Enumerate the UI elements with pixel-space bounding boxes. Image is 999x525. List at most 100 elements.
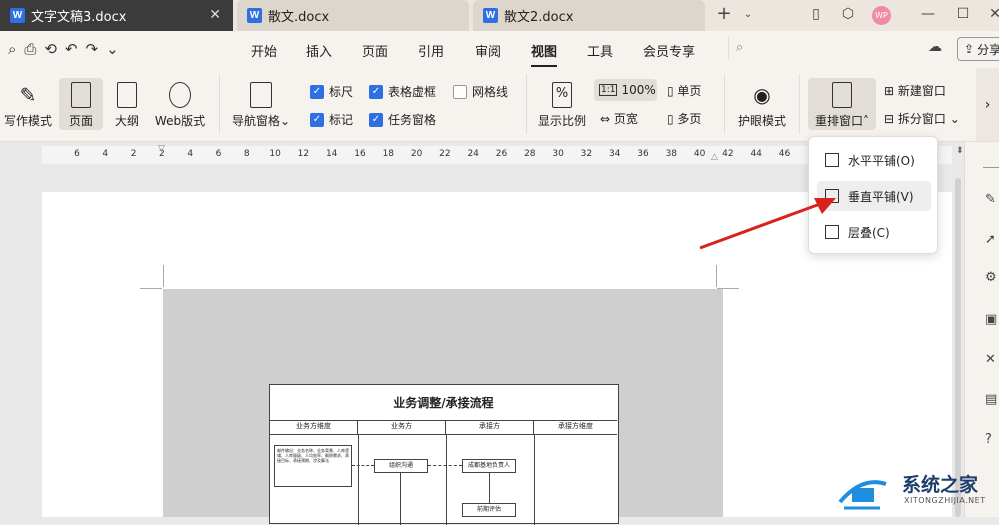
check-icon: ✓ (369, 112, 383, 127)
close-window-icon[interactable]: ✕ (985, 6, 999, 22)
write-mode-button[interactable]: ✎ 写作模式 (2, 82, 54, 129)
page-icon (71, 82, 91, 108)
menu-insert[interactable]: 插入 (306, 41, 332, 60)
single-page-icon: ▯ (667, 84, 678, 98)
tab-sanwen2[interactable]: W 散文2.docx (473, 0, 705, 31)
check-icon: ✓ (369, 84, 383, 99)
word-icon: W (10, 8, 25, 23)
task-pane-checkbox[interactable]: ✓ 任务窗格 (369, 111, 436, 128)
new-tab-button[interactable]: + (714, 3, 734, 24)
connector (400, 473, 401, 525)
divider (724, 74, 725, 134)
share-label: 分享 (977, 42, 999, 57)
minimize-icon[interactable]: — (918, 6, 938, 22)
nav-pane-icon (250, 82, 272, 108)
cursor-icon[interactable]: ➚ (985, 232, 996, 247)
percent-icon: % (552, 82, 572, 108)
ruler-tick-label: 36 (637, 149, 649, 159)
connector (428, 465, 462, 466)
pen-icon[interactable]: ✎ (985, 192, 996, 207)
tab-sanwen[interactable]: W 散文.docx (237, 0, 469, 31)
tab-document-3[interactable]: W 文字文稿3.docx ✕ (0, 0, 233, 31)
eye-mode-label: 护眼模式 (737, 114, 786, 128)
watermark-brand: 系统之家 (902, 474, 979, 496)
close-icon[interactable]: ✕ (209, 7, 221, 23)
ruler-tick-label: 28 (524, 149, 536, 159)
check-icon: ✓ (310, 84, 324, 99)
outline-button[interactable]: 大纲 (110, 82, 144, 129)
zoom-button[interactable]: % 显示比例 (536, 82, 588, 129)
ruler-tick-label: 20 (410, 149, 423, 159)
gridlines-label: 网格线 (472, 85, 509, 99)
ruler-tick-label: 14 (325, 149, 338, 159)
menu-tools[interactable]: 工具 (587, 41, 613, 60)
connector (489, 473, 490, 503)
help-icon[interactable]: ? (985, 432, 992, 447)
split-window-label: 拆分窗口 (897, 112, 946, 126)
gridlines-checkbox[interactable]: 网格线 (453, 83, 508, 100)
scrollbar-thumb[interactable] (955, 178, 961, 517)
single-page-label: 单页 (677, 84, 702, 98)
split-window-button[interactable]: ⊟ 拆分窗口 ⌄ (884, 110, 960, 127)
flowchart-node: 成都基地负责人 (462, 459, 516, 473)
scrollbar[interactable] (952, 160, 964, 517)
new-window-button[interactable]: ⊞ 新建窗口 (884, 82, 946, 99)
image-block[interactable]: 业务调整/承接流程 业务方维度 业务方 承接方 承接方维度 邮件输出：业务名称、… (163, 289, 723, 525)
menu-page[interactable]: 页面 (362, 41, 388, 60)
eye-mode-button[interactable]: ◉ 护眼模式 (734, 82, 790, 129)
avatar[interactable]: WP (872, 6, 891, 25)
connector (352, 465, 374, 466)
settings-icon[interactable]: ⚙ (985, 270, 997, 285)
table-grid-checkbox[interactable]: ✓ 表格虚框 (369, 83, 436, 100)
zoom-100-button[interactable]: 1:1 100% (594, 79, 657, 101)
page-view-button[interactable]: 页面 (59, 78, 103, 130)
flowchart-header: 业务方维度 业务方 承接方 承接方维度 (270, 421, 617, 435)
menu-home[interactable]: 开始 (251, 41, 277, 60)
chevron-right-icon[interactable]: › (976, 68, 999, 141)
column-divider (446, 435, 447, 525)
menu-review[interactable]: 审阅 (475, 41, 501, 60)
title-bar: W 文字文稿3.docx ✕ W 散文.docx W 散文2.docx + ⌄ … (0, 0, 999, 31)
watermark-logo-icon (836, 474, 888, 510)
maximize-icon[interactable]: ☐ (953, 6, 973, 22)
ruler-checkbox[interactable]: ✓ 标尺 (310, 83, 353, 100)
search-icon[interactable]: ⌕ (736, 40, 743, 55)
marks-checkbox[interactable]: ✓ 标记 (310, 111, 353, 128)
nav-pane-button[interactable]: 导航窗格⌄ (230, 82, 292, 129)
margin-mark (163, 265, 164, 287)
single-page-button[interactable]: ▯ 单页 (667, 82, 701, 99)
multi-page-button[interactable]: ▯ 多页 (667, 110, 701, 127)
cube-icon[interactable]: ⬡ (838, 6, 858, 22)
chevron-down-icon[interactable]: ⌄ (738, 9, 758, 20)
zoom-100-label: 100% (621, 83, 656, 97)
split-window-icon: ⊟ (884, 112, 898, 126)
page-width-icon: ⇔ (600, 112, 614, 126)
sidebar-toggle-icon[interactable]: ▯ (806, 6, 826, 22)
menu-reference[interactable]: 引用 (418, 41, 444, 60)
ruler-tick-label: 4 (102, 149, 109, 159)
ruler-toggle-icon[interactable]: ⬍ (956, 146, 964, 156)
ruler-tick-label: 40 (693, 149, 706, 159)
quick-access-icons[interactable]: ⌕⎙⟲↶↷⌄ (8, 40, 127, 58)
new-window-label: 新建窗口 (897, 84, 946, 98)
column-header: 承接方维度 (558, 422, 593, 430)
menu-member[interactable]: 会员专享 (643, 41, 695, 60)
right-indent-marker-icon[interactable]: △ (711, 152, 718, 162)
web-layout-button[interactable]: Web版式 (152, 82, 208, 129)
cloud-icon[interactable]: ☁ (928, 39, 942, 55)
menu-item-horizontal-tile[interactable]: 水平平铺(O) (817, 145, 931, 175)
chevron-up-icon: ˄ (863, 114, 869, 128)
menu-view[interactable]: 视图 (531, 41, 558, 67)
share-button[interactable]: ⇪ 分享 (957, 37, 999, 61)
horizontal-tile-icon (825, 153, 839, 167)
nav-pane-label: 导航窗格 (231, 114, 280, 128)
book-icon[interactable]: ▤ (985, 392, 997, 407)
ruler-tick-label: 32 (580, 149, 593, 159)
page-width-button[interactable]: ⇔ 页宽 (600, 110, 638, 127)
tools-icon[interactable]: ✕ (985, 352, 996, 367)
image-icon[interactable]: ▣ (985, 312, 997, 327)
word-icon: W (483, 8, 498, 23)
indent-marker-icon[interactable]: ▽ (158, 144, 165, 154)
ruler-tick-label: 6 (74, 149, 80, 159)
rearrange-window-button[interactable]: 重排窗口˄ (808, 78, 876, 130)
